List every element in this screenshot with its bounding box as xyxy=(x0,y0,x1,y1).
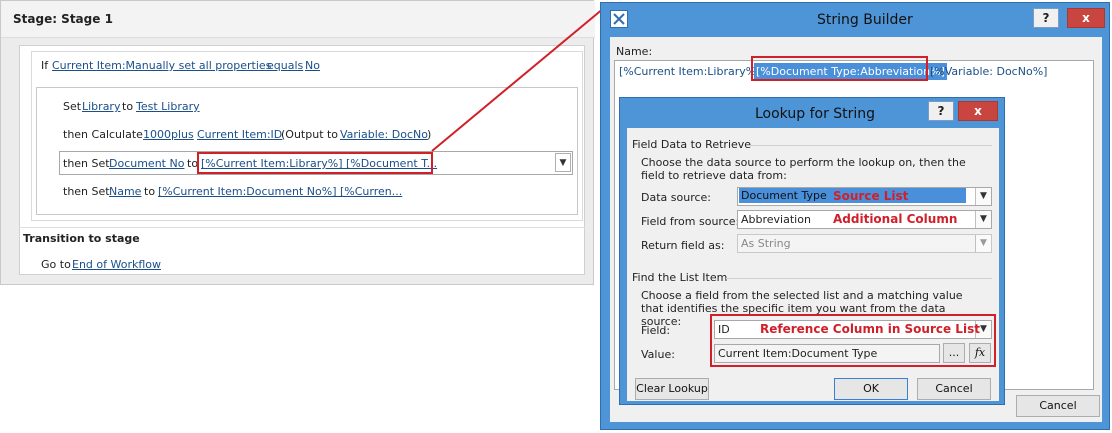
action-menu-chevron-icon[interactable]: ▼ xyxy=(555,153,571,172)
stage-title: Stage: Stage 1 xyxy=(13,12,113,26)
close-button[interactable]: x xyxy=(958,101,998,121)
calc-operand-b-link[interactable]: Current Item:ID xyxy=(197,128,282,141)
set-library-value-link[interactable]: Test Library xyxy=(136,100,200,113)
output-prefix: (Output to xyxy=(281,128,339,141)
divider xyxy=(726,278,992,279)
token-library[interactable]: [%Current Item:Library%] xyxy=(619,65,761,78)
section-find-item-title: Find the List Item xyxy=(632,271,728,284)
to-keyword: to xyxy=(144,185,156,198)
chevron-down-icon[interactable]: ▼ xyxy=(975,188,991,205)
highlight-box xyxy=(197,152,433,174)
if-value-link[interactable]: No xyxy=(305,59,320,72)
field-label: Field: xyxy=(641,324,671,337)
set-document-no-field-link[interactable]: Document No xyxy=(109,157,184,170)
chevron-down-icon[interactable]: ▼ xyxy=(975,235,991,252)
set-name-value-link[interactable]: [%Current Item:Document No%] [%Curren... xyxy=(158,185,402,198)
highlight-box xyxy=(751,56,928,81)
annotation-source-list: Source List xyxy=(833,189,909,203)
field-from-source-label: Field from source: xyxy=(641,215,740,228)
help-button[interactable]: ? xyxy=(1033,8,1059,28)
annotation-additional-column: Additional Column xyxy=(833,212,958,226)
value-label: Value: xyxy=(641,348,675,361)
window-title: String Builder xyxy=(817,12,913,28)
divider xyxy=(746,145,992,146)
field-from-source-value: Abbreviation xyxy=(741,213,811,226)
goto-target-link[interactable]: End of Workflow xyxy=(72,258,161,271)
then-set-keyword: then Set xyxy=(63,157,110,170)
transition-title: Transition to stage xyxy=(23,232,140,245)
cancel-button[interactable]: Cancel xyxy=(1016,395,1100,417)
calc-operator-link[interactable]: plus xyxy=(171,128,194,141)
token-variable-docno[interactable]: [%Variable: DocNo%] xyxy=(930,65,1047,78)
if-operator-link[interactable]: equals xyxy=(267,59,303,72)
output-suffix: ) xyxy=(427,128,432,141)
divider xyxy=(19,227,585,228)
set-name-field-link[interactable]: Name xyxy=(109,185,141,198)
annotation-reference-column: Reference Column in Source List xyxy=(760,322,980,336)
goto-keyword: Go to xyxy=(41,258,71,271)
data-source-label: Data source: xyxy=(641,191,711,204)
return-field-label: Return field as: xyxy=(641,239,725,252)
section-field-data-title: Field Data to Retrieve xyxy=(632,138,752,151)
ok-button[interactable]: OK xyxy=(834,378,908,400)
return-field-value: As String xyxy=(741,237,791,250)
calculate-keyword: then Calculate xyxy=(63,128,143,141)
set-library-field-link[interactable]: Library xyxy=(82,100,120,113)
name-label: Name: xyxy=(616,45,653,58)
lookup-dialog: Lookup for String ? x Field Data to Retr… xyxy=(619,97,1005,405)
workflow-designer-panel: Stage: Stage 1 If Current Item:Manually … xyxy=(0,0,595,285)
output-variable-link[interactable]: Variable: DocNo xyxy=(340,128,428,141)
help-button[interactable]: ? xyxy=(928,101,954,121)
if-field-link[interactable]: Current Item:Manually set all properties xyxy=(52,59,271,72)
chevron-down-icon[interactable]: ▼ xyxy=(975,211,991,228)
if-keyword: If xyxy=(41,59,49,72)
divider xyxy=(1,37,595,38)
to-keyword: to xyxy=(122,100,134,113)
cancel-button[interactable]: Cancel xyxy=(917,378,991,400)
dialog-title: Lookup for String xyxy=(755,106,876,122)
set-keyword: Set xyxy=(63,100,82,113)
calc-operand-a-link[interactable]: 1000 xyxy=(143,128,171,141)
clear-lookup-button[interactable]: Clear Lookup xyxy=(635,378,709,400)
close-button[interactable]: x xyxy=(1067,8,1105,28)
app-icon xyxy=(610,10,628,28)
section-field-data-description: Choose the data source to perform the lo… xyxy=(641,156,966,182)
then-set-keyword: then Set xyxy=(63,185,110,198)
